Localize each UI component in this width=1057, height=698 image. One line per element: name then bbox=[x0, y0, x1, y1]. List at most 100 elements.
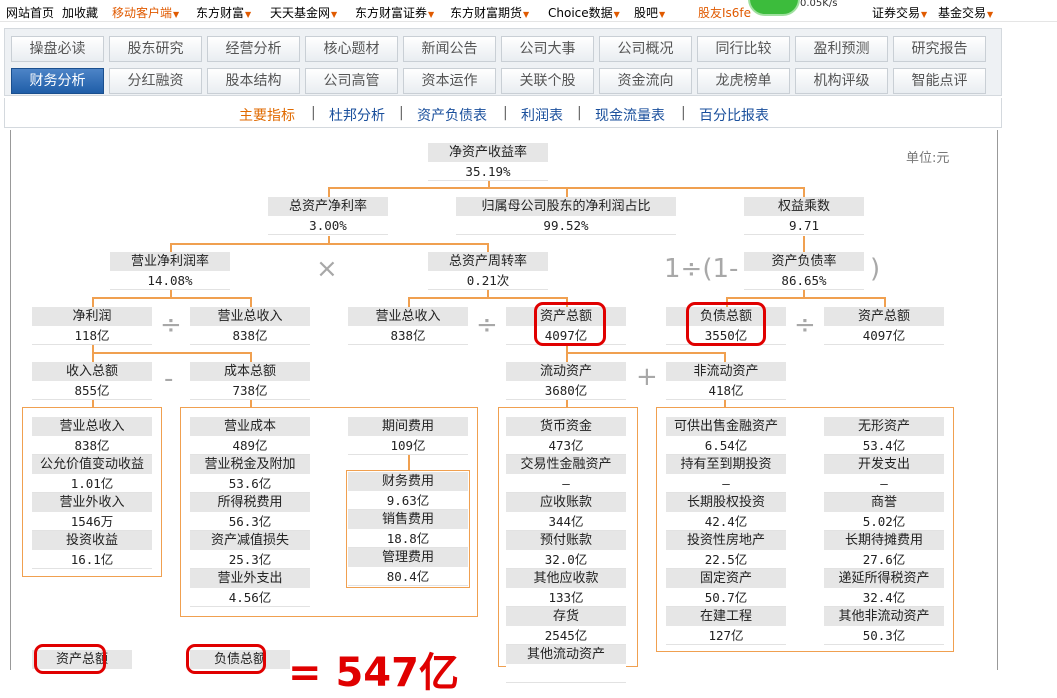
tab-2-3[interactable]: 公司高管 bbox=[305, 68, 398, 94]
cost-item: 营业外支出 4.56亿 bbox=[190, 569, 310, 607]
equity-multiplier-value: 9.71 bbox=[744, 216, 864, 235]
nav-choice-link[interactable]: Choice数据▼ bbox=[548, 4, 620, 21]
current-assets-value: 3680亿 bbox=[506, 381, 626, 400]
tab-2-1[interactable]: 分红融资 bbox=[109, 68, 202, 94]
expense-item: 财务费用 9.63亿 bbox=[348, 472, 468, 510]
tab-2-2[interactable]: 股本结构 bbox=[207, 68, 300, 94]
subtab-balance-sheet[interactable]: 资产负债表 bbox=[417, 105, 487, 125]
nav-user-link[interactable]: 股友Is6fe bbox=[698, 4, 751, 21]
total-cost-value: 738亿 bbox=[190, 381, 310, 400]
cost-item: 营业税金及附加 53.6亿 bbox=[190, 455, 310, 493]
current-asset-value: 2545亿 bbox=[506, 626, 626, 645]
current-asset-item: 存货 2545亿 bbox=[506, 607, 626, 645]
connector bbox=[803, 187, 805, 197]
subtab-income-statement[interactable]: 利润表 bbox=[521, 105, 563, 125]
noncurrent-asset-value: — bbox=[824, 474, 944, 493]
subtab-cash-flow[interactable]: 现金流量表 bbox=[595, 105, 665, 125]
noncurrent-asset-label: 商誉 bbox=[824, 493, 944, 512]
nav-guba-link[interactable]: 股吧▼ bbox=[634, 4, 665, 21]
nav-mobile-client-link[interactable]: 移动客户端▼ bbox=[112, 4, 179, 21]
tab-1-5[interactable]: 公司大事 bbox=[501, 36, 594, 62]
tab-financial-analysis[interactable]: 财务分析 bbox=[11, 68, 104, 94]
net-profit-value: 118亿 bbox=[32, 326, 152, 345]
tab-1-1[interactable]: 股东研究 bbox=[109, 36, 202, 62]
tab-1-2[interactable]: 经营分析 bbox=[207, 36, 300, 62]
chevron-down-icon: ▼ bbox=[921, 10, 928, 19]
revenue-value: 838亿 bbox=[190, 326, 310, 345]
roe-label: 净资产收益率 bbox=[428, 143, 548, 162]
highlight-total-assets bbox=[534, 302, 606, 346]
tab-1-6[interactable]: 公司概况 bbox=[599, 36, 692, 62]
noncurrent-asset-value: 27.6亿 bbox=[824, 550, 944, 569]
subtab-dupont[interactable]: 杜邦分析 bbox=[329, 105, 385, 125]
nav-eastmoney-link[interactable]: 东方财富▼ bbox=[196, 4, 251, 21]
connector bbox=[92, 352, 252, 354]
expense-item-value: 80.4亿 bbox=[348, 567, 468, 586]
subtab-main-indicators[interactable]: 主要指标 bbox=[239, 105, 295, 125]
tab-1-8[interactable]: 盈利预测 bbox=[795, 36, 888, 62]
tab-2-7[interactable]: 龙虎榜单 bbox=[697, 68, 790, 94]
tab-1-0[interactable]: 操盘必读 bbox=[11, 36, 104, 62]
highlight-total-liabilities bbox=[686, 302, 766, 346]
roa-value: 3.00% bbox=[268, 216, 388, 235]
noncurrent-assets-node: 非流动资产 418亿 bbox=[666, 362, 786, 400]
noncurrent-asset-item: 商誉 5.02亿 bbox=[824, 493, 944, 531]
subtab-percent-report[interactable]: 百分比报表 bbox=[699, 105, 769, 125]
noncurrent-asset-value: 50.3亿 bbox=[824, 626, 944, 645]
connector bbox=[566, 187, 568, 197]
chevron-down-icon: ▼ bbox=[173, 10, 180, 19]
current-asset-label: 交易性金融资产 bbox=[506, 455, 626, 474]
tab-2-5[interactable]: 关联个股 bbox=[501, 68, 594, 94]
current-assets-node: 流动资产 3680亿 bbox=[506, 362, 626, 400]
nav-bookmark-link[interactable]: 加收藏 bbox=[62, 4, 98, 21]
tab-1-7[interactable]: 同行比较 bbox=[697, 36, 790, 62]
noncurrent-asset-item: 长期股权投资 42.4亿 bbox=[666, 493, 786, 531]
noncurrent-asset-item: 持有至到期投资 — bbox=[666, 455, 786, 493]
one-minus-operator: 1÷(1- bbox=[664, 254, 739, 284]
tab-2-4[interactable]: 资本运作 bbox=[403, 68, 496, 94]
tab-2-6[interactable]: 资金流向 bbox=[599, 68, 692, 94]
equity-multiplier-node: 权益乘数 9.71 bbox=[744, 197, 864, 235]
total-assets-value: 4097亿 bbox=[824, 326, 944, 345]
tab-1-4[interactable]: 新闻公告 bbox=[403, 36, 496, 62]
noncurrent-asset-label: 投资性房地产 bbox=[666, 531, 786, 550]
net-margin-label: 营业净利润率 bbox=[110, 252, 230, 271]
cost-item-value: 489亿 bbox=[190, 436, 310, 455]
expense-item: 销售费用 18.8亿 bbox=[348, 510, 468, 548]
nav-stock-trade-link[interactable]: 证券交易▼ bbox=[872, 4, 927, 21]
tab-2-8[interactable]: 机构评级 bbox=[795, 68, 888, 94]
subtab-separator: | bbox=[399, 105, 404, 121]
expense-item-label: 管理费用 bbox=[348, 548, 468, 567]
income-item: 公允价值变动收益 1.01亿 bbox=[32, 455, 152, 493]
connector bbox=[92, 297, 94, 307]
total-income-label: 收入总额 bbox=[32, 362, 152, 381]
nav-fund-link[interactable]: 天天基金网▼ bbox=[270, 4, 337, 21]
tab-1-3[interactable]: 核心题材 bbox=[305, 36, 398, 62]
expense-item-label: 销售费用 bbox=[348, 510, 468, 529]
chevron-down-icon: ▼ bbox=[428, 10, 435, 19]
noncurrent-asset-value: 32.4亿 bbox=[824, 588, 944, 607]
period-expense-label: 期间费用 bbox=[348, 417, 468, 436]
noncurrent-asset-item: 其他非流动资产 50.3亿 bbox=[824, 607, 944, 645]
tab-1-9[interactable]: 研究报告 bbox=[893, 36, 986, 62]
tab-2-9[interactable]: 智能点评 bbox=[893, 68, 986, 94]
nav-securities-link[interactable]: 东方财富证券▼ bbox=[355, 4, 434, 21]
asset-turnover-label: 总资产周转率 bbox=[428, 252, 548, 271]
roe-value: 35.19% bbox=[428, 162, 548, 181]
current-asset-label: 预付账款 bbox=[506, 531, 626, 550]
financial-subtabs: 主要指标 | 杜邦分析 | 资产负债表 | 利润表 | 现金流量表 | 百分比报… bbox=[4, 98, 1002, 128]
cost-item-label: 营业外支出 bbox=[190, 569, 310, 588]
connector bbox=[328, 187, 330, 197]
income-item: 投资收益 16.1亿 bbox=[32, 531, 152, 569]
nav-home-link[interactable]: 网站首页 bbox=[6, 4, 54, 21]
net-margin-node: 营业净利润率 14.08% bbox=[110, 252, 230, 290]
top-navigation-bar: 网站首页 加收藏 移动客户端▼ 东方财富▼ 天天基金网▼ 东方财富证券▼ 东方财… bbox=[0, 0, 1057, 22]
noncurrent-asset-label: 固定资产 bbox=[666, 569, 786, 588]
total-income-node: 收入总额 855亿 bbox=[32, 362, 152, 400]
expense-item-value: 18.8亿 bbox=[348, 529, 468, 548]
nav-fund-trade-link[interactable]: 基金交易▼ bbox=[938, 4, 993, 21]
connector bbox=[250, 352, 252, 362]
expense-item: 管理费用 80.4亿 bbox=[348, 548, 468, 586]
nav-futures-link[interactable]: 东方财富期货▼ bbox=[450, 4, 529, 21]
multiply-operator: × bbox=[316, 254, 338, 284]
